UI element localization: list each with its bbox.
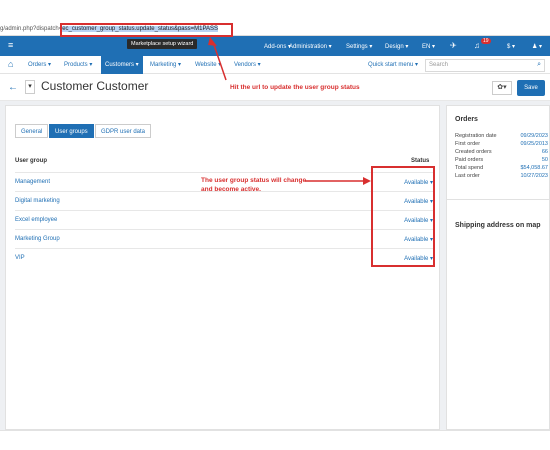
status-annotation-line2: and become active. (201, 186, 261, 193)
status-annotation-line1: The user group status will change (201, 177, 307, 184)
status-arrowhead (363, 177, 371, 185)
url-arrow-line (212, 41, 227, 81)
annotation-arrows (208, 37, 371, 185)
url-annotation: Hit the url to update the user group sta… (230, 84, 360, 91)
url-arrowhead (208, 37, 217, 46)
screenshot-root: g/admin.php?dispatch=ec_customer_group_s… (0, 0, 550, 450)
